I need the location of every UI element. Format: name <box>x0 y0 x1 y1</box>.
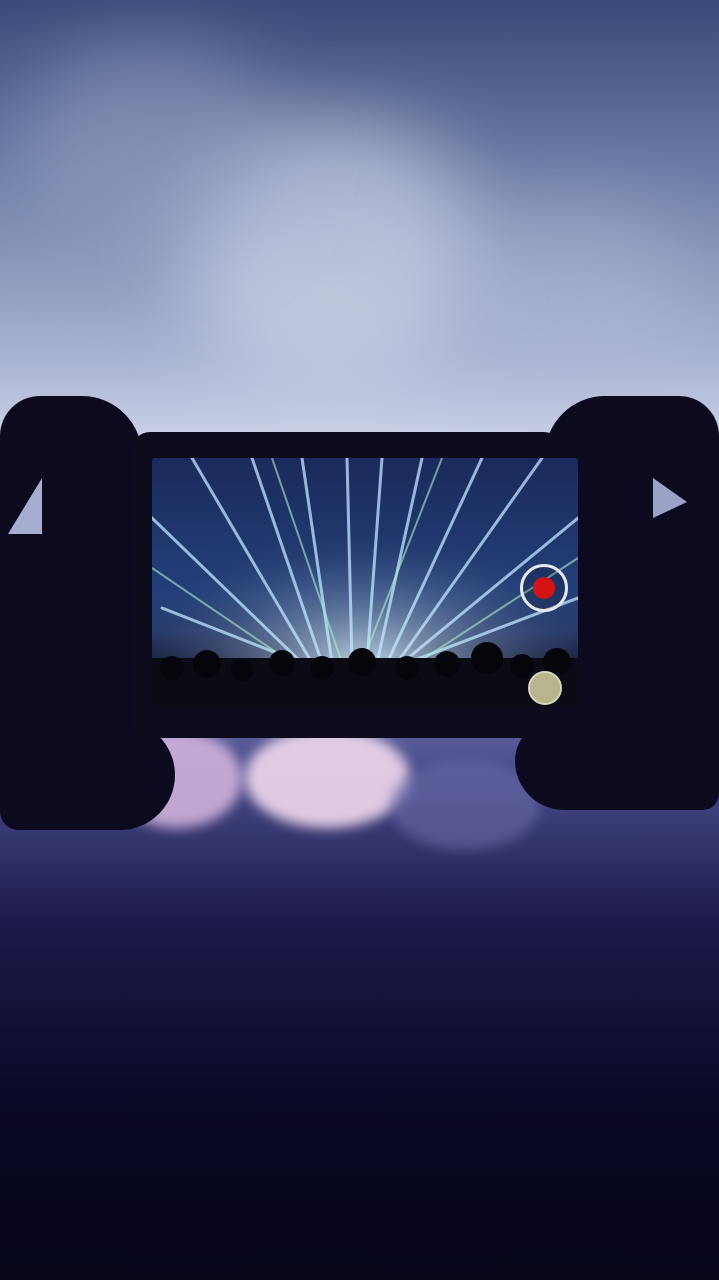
phone-screen <box>152 458 578 706</box>
record-dot <box>533 577 555 599</box>
sky-haze-right <box>450 200 690 400</box>
record-button-icon <box>520 564 568 612</box>
left-hand <box>0 396 142 776</box>
concert-lasers <box>152 458 578 706</box>
sky-haze-left <box>20 40 280 260</box>
bokeh-light <box>245 728 410 828</box>
snapshot-button-icon <box>528 671 562 705</box>
photo-scene <box>0 0 719 1280</box>
